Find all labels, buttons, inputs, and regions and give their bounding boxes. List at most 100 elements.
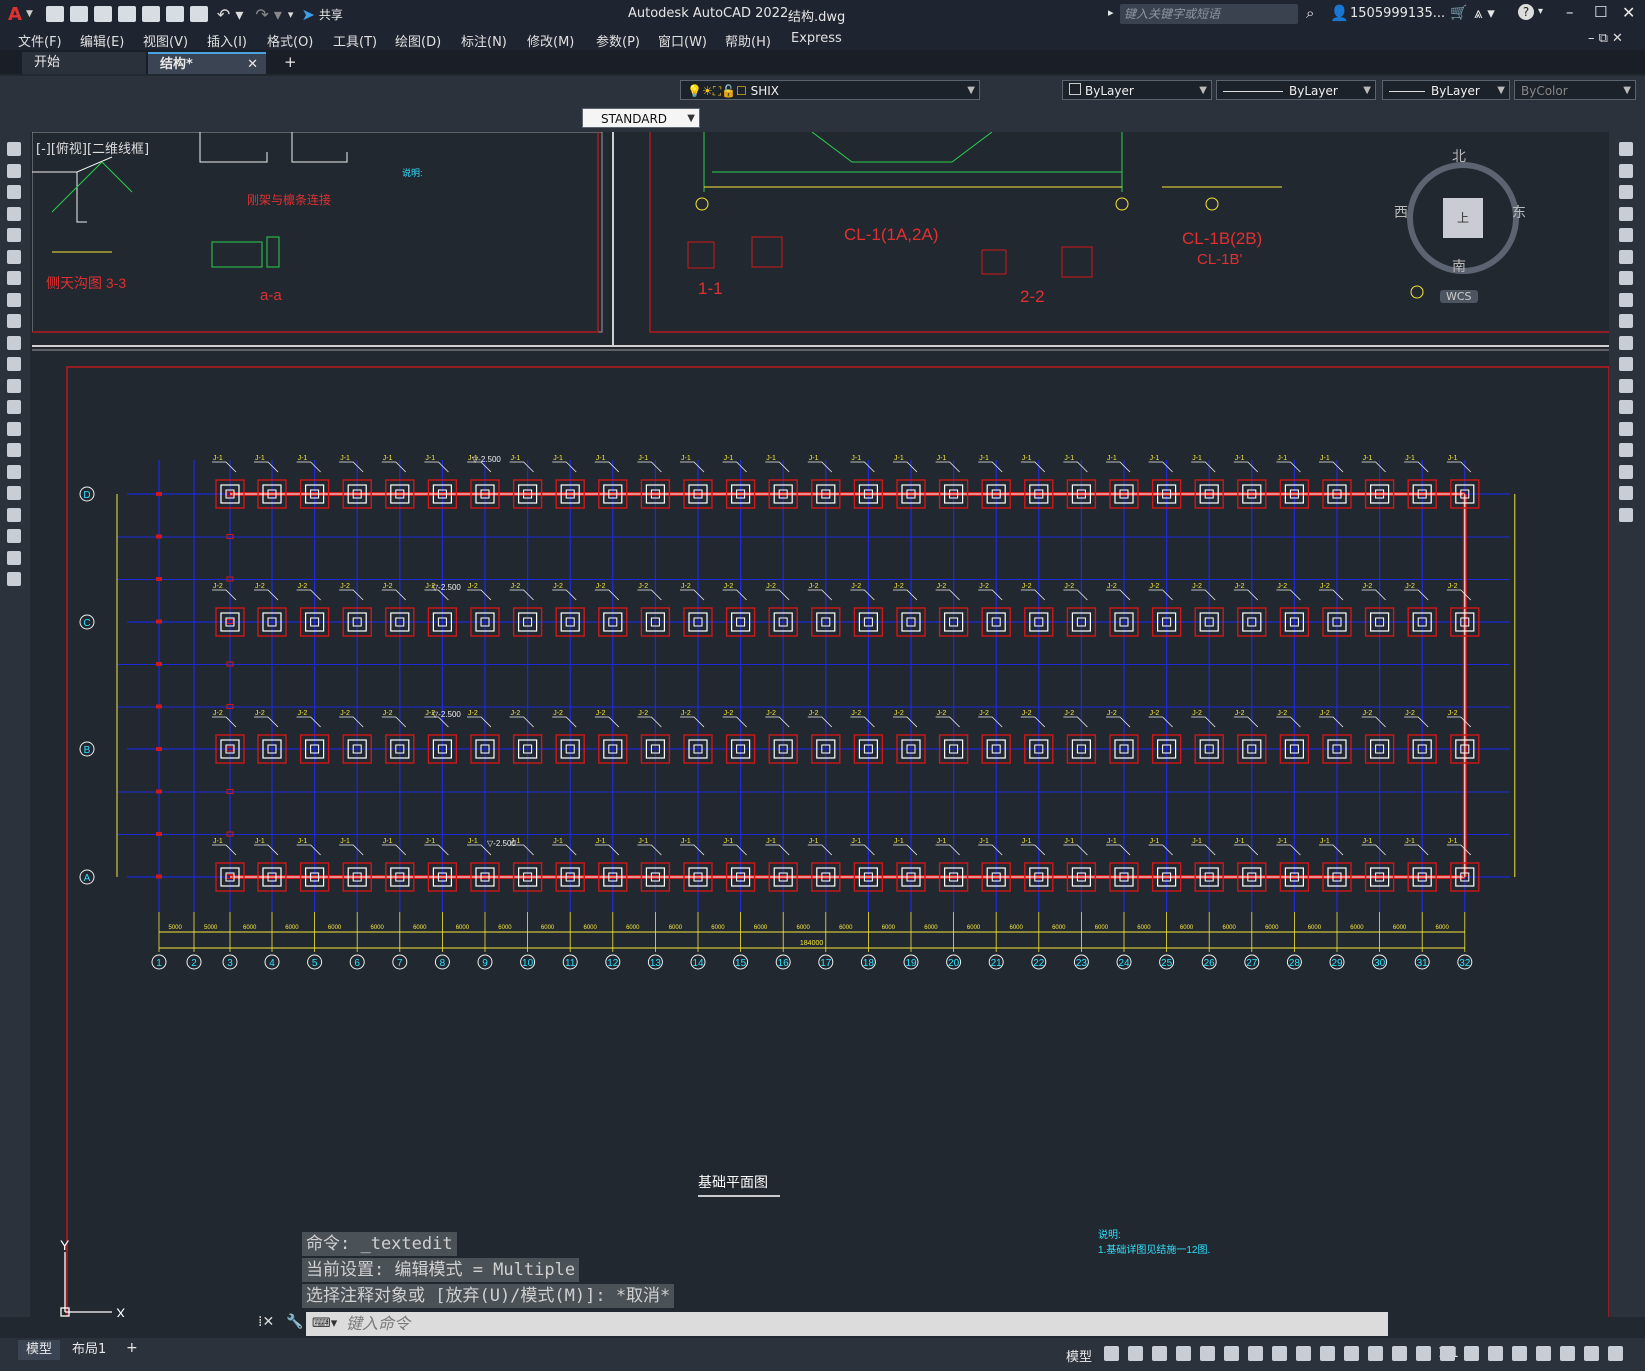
draw-tool-4-icon[interactable]: [7, 206, 21, 221]
cart-icon[interactable]: 🛒: [1450, 5, 1467, 21]
viewcube-face[interactable]: 上: [1443, 198, 1483, 238]
open-file-icon[interactable]: [69, 6, 88, 22]
status-toggle-12-icon[interactable]: [1368, 1346, 1383, 1361]
draw-tool-21-icon[interactable]: [7, 572, 21, 586]
status-toggle-3-icon[interactable]: [1152, 1346, 1167, 1361]
modify-tool-16-icon[interactable]: [1619, 464, 1633, 479]
command-close-icon[interactable]: ⁞✕: [258, 1314, 274, 1330]
status-toggle-15-icon[interactable]: [1440, 1346, 1455, 1361]
draw-tool-3-icon[interactable]: [7, 185, 21, 199]
status-toggle-4-icon[interactable]: [1176, 1346, 1191, 1361]
modify-tool-9-icon[interactable]: [1619, 314, 1633, 328]
share-icon[interactable]: ➤: [301, 5, 314, 24]
status-toggle-13-icon[interactable]: [1392, 1346, 1407, 1361]
drawing-canvas[interactable]: [-][俯视][二维线框] CL-1(1A,2A) CL-1B(2B) CL-1…: [32, 132, 1609, 1317]
autocad-logo-icon[interactable]: A: [8, 4, 22, 25]
menu-window[interactable]: 窗口(W): [658, 31, 707, 50]
draw-tool-5-icon[interactable]: [7, 228, 21, 242]
search-icon[interactable]: ⌕: [1306, 4, 1314, 22]
draw-tool-16-icon[interactable]: [7, 464, 21, 479]
customize-qa-icon[interactable]: ▾: [288, 8, 294, 21]
new-file-icon[interactable]: [45, 6, 64, 22]
modify-tool-10-icon[interactable]: [1619, 335, 1633, 350]
linetype-dropdown[interactable]: ByLayer ▼: [1216, 80, 1376, 100]
modify-tool-4-icon[interactable]: [1619, 206, 1633, 221]
tab-model[interactable]: 模型: [18, 1340, 61, 1360]
tab-start[interactable]: 开始: [22, 52, 146, 74]
tab-structure[interactable]: 结构* ✕: [148, 52, 266, 74]
draw-tool-10-icon[interactable]: [7, 335, 21, 350]
lineweight-dropdown[interactable]: ByLayer ▼: [1382, 80, 1510, 100]
status-toggle-11-icon[interactable]: [1344, 1346, 1359, 1361]
modify-tool-12-icon[interactable]: [1619, 378, 1633, 393]
save-as-icon[interactable]: [117, 6, 136, 22]
tab-layout1[interactable]: 布局1: [64, 1340, 114, 1360]
draw-tool-13-icon[interactable]: [7, 400, 21, 414]
status-toggle-10-icon[interactable]: [1320, 1346, 1335, 1361]
draw-tool-9-icon[interactable]: [7, 314, 21, 328]
draw-tool-17-icon[interactable]: [7, 486, 21, 500]
draw-tool-2-icon[interactable]: [7, 163, 21, 178]
viewcube-west[interactable]: 西: [1394, 202, 1408, 222]
modify-tool-13-icon[interactable]: [1619, 400, 1633, 414]
wcs-button[interactable]: WCS: [1440, 290, 1478, 303]
status-toggle-5-icon[interactable]: [1200, 1346, 1215, 1361]
user-icon[interactable]: 👤: [1330, 4, 1349, 22]
dimstyle-dropdown[interactable]: STANDARD ▼: [582, 108, 700, 128]
maximize-icon[interactable]: ☐: [1594, 3, 1607, 21]
menu-format[interactable]: 格式(O): [267, 31, 313, 50]
menu-view[interactable]: 视图(V): [143, 31, 188, 50]
draw-tool-12-icon[interactable]: [7, 378, 21, 393]
modify-tool-5-icon[interactable]: [1619, 228, 1633, 242]
modify-tool-7-icon[interactable]: [1619, 271, 1633, 285]
viewcube-south[interactable]: 南: [1452, 256, 1466, 276]
user-name[interactable]: 1505999135...: [1350, 6, 1445, 21]
status-toggle-18-icon[interactable]: [1512, 1346, 1527, 1361]
status-toggle-20-icon[interactable]: [1560, 1346, 1575, 1361]
status-toggle-7-icon[interactable]: [1248, 1346, 1263, 1361]
status-toggle-19-icon[interactable]: [1536, 1346, 1551, 1361]
status-toggle-8-icon[interactable]: [1272, 1346, 1287, 1361]
new-tab-icon[interactable]: +: [284, 53, 297, 71]
draw-tool-7-icon[interactable]: [7, 271, 21, 285]
modify-tool-15-icon[interactable]: [1619, 443, 1633, 457]
minimize-icon[interactable]: –: [1566, 3, 1574, 21]
draw-tool-19-icon[interactable]: [7, 529, 21, 543]
draw-tool-8-icon[interactable]: [7, 292, 21, 307]
draw-tool-20-icon[interactable]: [7, 550, 21, 565]
modify-tool-1-icon[interactable]: [1619, 142, 1633, 156]
modify-tool-17-icon[interactable]: [1619, 486, 1633, 500]
status-toggle-21-icon[interactable]: [1584, 1346, 1599, 1361]
open-web-icon[interactable]: [141, 6, 160, 22]
command-input[interactable]: 键入命令: [306, 1312, 1388, 1336]
menu-edit[interactable]: 编辑(E): [80, 31, 124, 50]
viewcube-east[interactable]: 东: [1512, 202, 1526, 222]
menu-express[interactable]: Express: [791, 31, 842, 46]
menu-dimension[interactable]: 标注(N): [461, 31, 507, 50]
modify-tool-18-icon[interactable]: [1619, 507, 1633, 522]
menu-draw[interactable]: 绘图(D): [395, 31, 441, 50]
save-web-icon[interactable]: [165, 6, 184, 22]
plot-icon[interactable]: [189, 6, 208, 22]
command-prompt-icon[interactable]: ⌨▾: [312, 1316, 337, 1331]
modify-tool-14-icon[interactable]: [1619, 421, 1633, 436]
status-toggle-22-icon[interactable]: [1608, 1346, 1623, 1361]
command-customize-icon[interactable]: 🔧: [286, 1314, 303, 1330]
close-icon[interactable]: ✕: [1622, 3, 1635, 22]
menu-help[interactable]: 帮助(H): [725, 31, 771, 50]
help-chevron-icon[interactable]: ▾: [1538, 6, 1543, 17]
status-toggle-16-icon[interactable]: [1464, 1346, 1479, 1361]
search-chevron-icon[interactable]: ▸: [1108, 6, 1114, 19]
menu-tools[interactable]: 工具(T): [333, 31, 377, 50]
search-input[interactable]: 键入关键字或短语: [1120, 4, 1298, 24]
add-layout-icon[interactable]: +: [126, 1340, 138, 1356]
status-toggle-2-icon[interactable]: [1128, 1346, 1143, 1361]
draw-tool-6-icon[interactable]: [7, 249, 21, 264]
menu-insert[interactable]: 插入(I): [207, 31, 247, 50]
color-dropdown[interactable]: ByLayer ▼: [1062, 80, 1212, 100]
modify-tool-2-icon[interactable]: [1619, 163, 1633, 178]
modify-tool-6-icon[interactable]: [1619, 249, 1633, 264]
status-toggle-1-icon[interactable]: [1104, 1346, 1119, 1361]
status-toggle-6-icon[interactable]: [1224, 1346, 1239, 1361]
plotstyle-dropdown[interactable]: ByColor ▼: [1514, 80, 1636, 100]
